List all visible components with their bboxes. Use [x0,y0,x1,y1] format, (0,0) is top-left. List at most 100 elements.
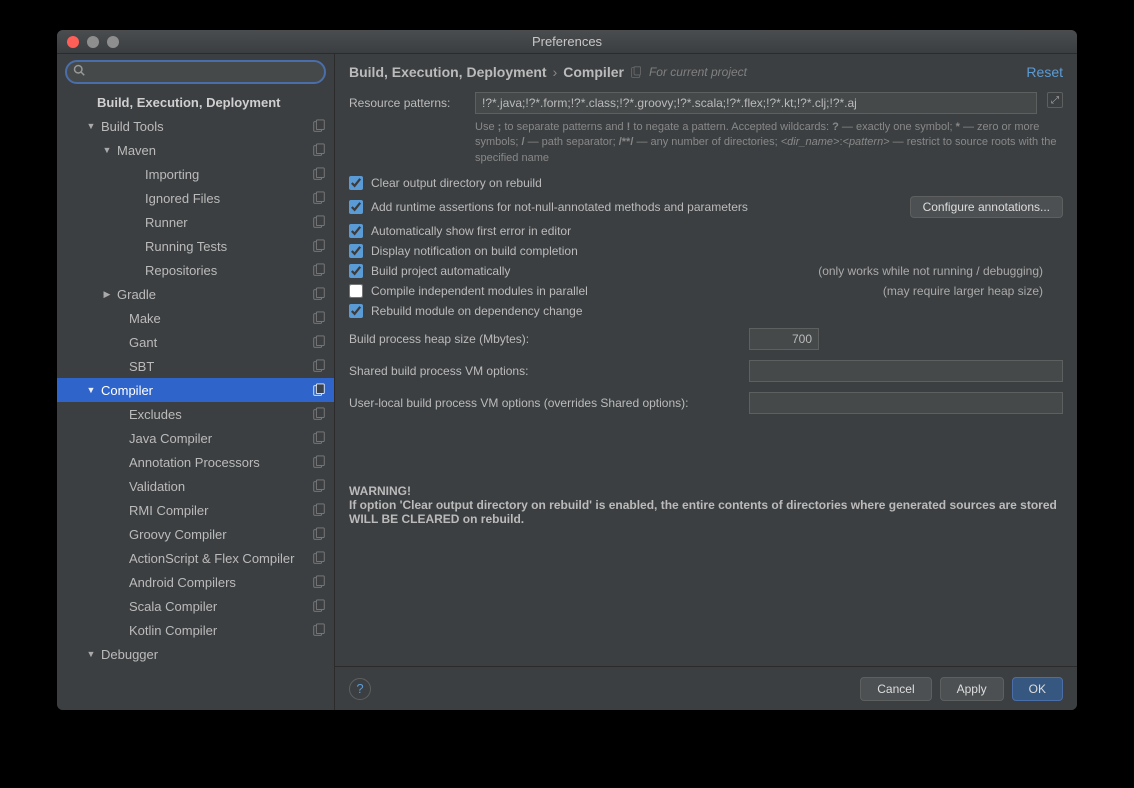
main-panel: Build, Execution, Deployment › Compiler … [335,54,1077,710]
sidebar-item-compiler[interactable]: ▼Compiler [57,378,334,402]
search-wrap [57,54,334,90]
sidebar-item-groovy-compiler[interactable]: Groovy Compiler [57,522,334,546]
sidebar-item-make[interactable]: Make [57,306,334,330]
expand-icon[interactable]: ⤢ [1047,92,1063,108]
sidebar-item-java-compiler[interactable]: Java Compiler [57,426,334,450]
checkbox-6[interactable] [349,304,363,318]
field-input-2[interactable] [749,392,1063,414]
resource-patterns-input[interactable] [475,92,1037,114]
sidebar-item-build-execution-deployment[interactable]: Build, Execution, Deployment [57,90,334,114]
sidebar-item-label: Maven [117,143,312,158]
apply-button[interactable]: Apply [940,677,1004,701]
reset-link[interactable]: Reset [1026,64,1063,80]
search-input[interactable] [65,60,326,84]
cancel-button[interactable]: Cancel [860,677,931,701]
sidebar-item-label: Importing [145,167,312,182]
checkbox-4[interactable] [349,264,363,278]
help-button[interactable]: ? [349,678,371,700]
sidebar-item-ignored-files[interactable]: Ignored Files [57,186,334,210]
sidebar-item-label: Annotation Processors [129,455,312,470]
field-row-2: User-local build process VM options (ove… [349,392,1063,414]
disclosure-arrow-icon[interactable]: ▼ [85,649,97,659]
sidebar-item-android-compilers[interactable]: Android Compilers [57,570,334,594]
sidebar-item-label: Gant [129,335,312,350]
sidebar-item-rmi-compiler[interactable]: RMI Compiler [57,498,334,522]
ok-button[interactable]: OK [1012,677,1063,701]
sidebar-item-validation[interactable]: Validation [57,474,334,498]
field-label: Build process heap size (Mbytes): [349,332,739,346]
project-scope-icon [312,143,326,157]
checkbox-label: Display notification on build completion [371,244,578,258]
breadcrumb-hint: For current project [649,65,747,79]
sidebar-item-label: Validation [129,479,312,494]
sidebar-item-label: Repositories [145,263,312,278]
sidebar-item-excludes[interactable]: Excludes [57,402,334,426]
project-scope-icon [312,479,326,493]
sidebar-item-label: Android Compilers [129,575,312,590]
sidebar-item-runner[interactable]: Runner [57,210,334,234]
checkbox-0[interactable] [349,176,363,190]
sidebar-item-actionscript-flex-compiler[interactable]: ActionScript & Flex Compiler [57,546,334,570]
project-scope-icon [312,239,326,253]
disclosure-arrow-icon[interactable]: ▼ [85,385,97,395]
sidebar-item-label: Java Compiler [129,431,312,446]
field-row-0: Build process heap size (Mbytes): [349,328,1063,350]
settings-tree[interactable]: Build, Execution, Deployment▼Build Tools… [57,90,334,710]
sidebar-item-gant[interactable]: Gant [57,330,334,354]
checkbox-2[interactable] [349,224,363,238]
sidebar-item-repositories[interactable]: Repositories [57,258,334,282]
project-scope-icon [312,455,326,469]
content: Build, Execution, Deployment▼Build Tools… [57,54,1077,710]
preferences-window: Preferences Build, Execution, Deployment… [57,30,1077,710]
project-scope-icon [312,359,326,373]
project-scope-icon [312,383,326,397]
checkbox-aside: (may require larger heap size) [883,284,1063,298]
sidebar-item-scala-compiler[interactable]: Scala Compiler [57,594,334,618]
checkbox-label: Build project automatically [371,264,510,278]
sidebar-item-gradle[interactable]: ▶Gradle [57,282,334,306]
sidebar-item-label: Debugger [101,647,326,662]
project-scope-icon [312,335,326,349]
checkbox-3[interactable] [349,244,363,258]
breadcrumb-sep: › [553,64,558,80]
warning-text: If option 'Clear output directory on reb… [349,498,1057,526]
search-icon [73,64,85,76]
project-scope-icon [312,311,326,325]
disclosure-arrow-icon[interactable]: ▶ [101,289,113,300]
checkbox-label: Compile independent modules in parallel [371,284,588,298]
checkbox-label: Automatically show first error in editor [371,224,571,238]
checkbox-aside: (only works while not running / debuggin… [818,264,1063,278]
field-input-0[interactable] [749,328,819,350]
disclosure-arrow-icon[interactable]: ▼ [85,121,97,131]
field-label: User-local build process VM options (ove… [349,396,739,410]
field-input-1[interactable] [749,360,1063,382]
resource-patterns-help: Use ; to separate patterns and ! to nega… [475,120,1063,166]
sidebar-item-sbt[interactable]: SBT [57,354,334,378]
checkbox-label: Add runtime assertions for not-null-anno… [371,200,748,214]
configure-annotations-button[interactable]: Configure annotations... [910,196,1063,218]
warning-block: WARNING! If option 'Clear output directo… [349,424,1063,526]
project-scope-icon [312,215,326,229]
project-scope-icon [312,431,326,445]
checkbox-1[interactable] [349,200,363,214]
project-scope-icon [312,551,326,565]
sidebar-item-debugger[interactable]: ▼ Debugger [57,642,334,666]
breadcrumb-seg-1: Compiler [563,64,624,80]
sidebar: Build, Execution, Deployment▼Build Tools… [57,54,335,710]
checkbox-5[interactable] [349,284,363,298]
project-scope-icon [312,287,326,301]
sidebar-item-maven[interactable]: ▼ Maven [57,138,334,162]
project-scope-icon [312,575,326,589]
checkbox-row-5: Compile independent modules in parallel (… [349,284,1063,298]
disclosure-arrow-icon[interactable]: ▼ [101,145,113,155]
project-scope-icon [312,503,326,517]
field-label: Shared build process VM options: [349,364,739,378]
checkbox-row-2: Automatically show first error in editor [349,224,1063,238]
sidebar-item-label: Running Tests [145,239,312,254]
sidebar-item-build-tools[interactable]: ▼Build Tools [57,114,334,138]
sidebar-item-running-tests[interactable]: Running Tests [57,234,334,258]
sidebar-item-kotlin-compiler[interactable]: Kotlin Compiler [57,618,334,642]
sidebar-item-annotation-processors[interactable]: Annotation Processors [57,450,334,474]
sidebar-item-importing[interactable]: Importing [57,162,334,186]
project-scope-icon [312,407,326,421]
